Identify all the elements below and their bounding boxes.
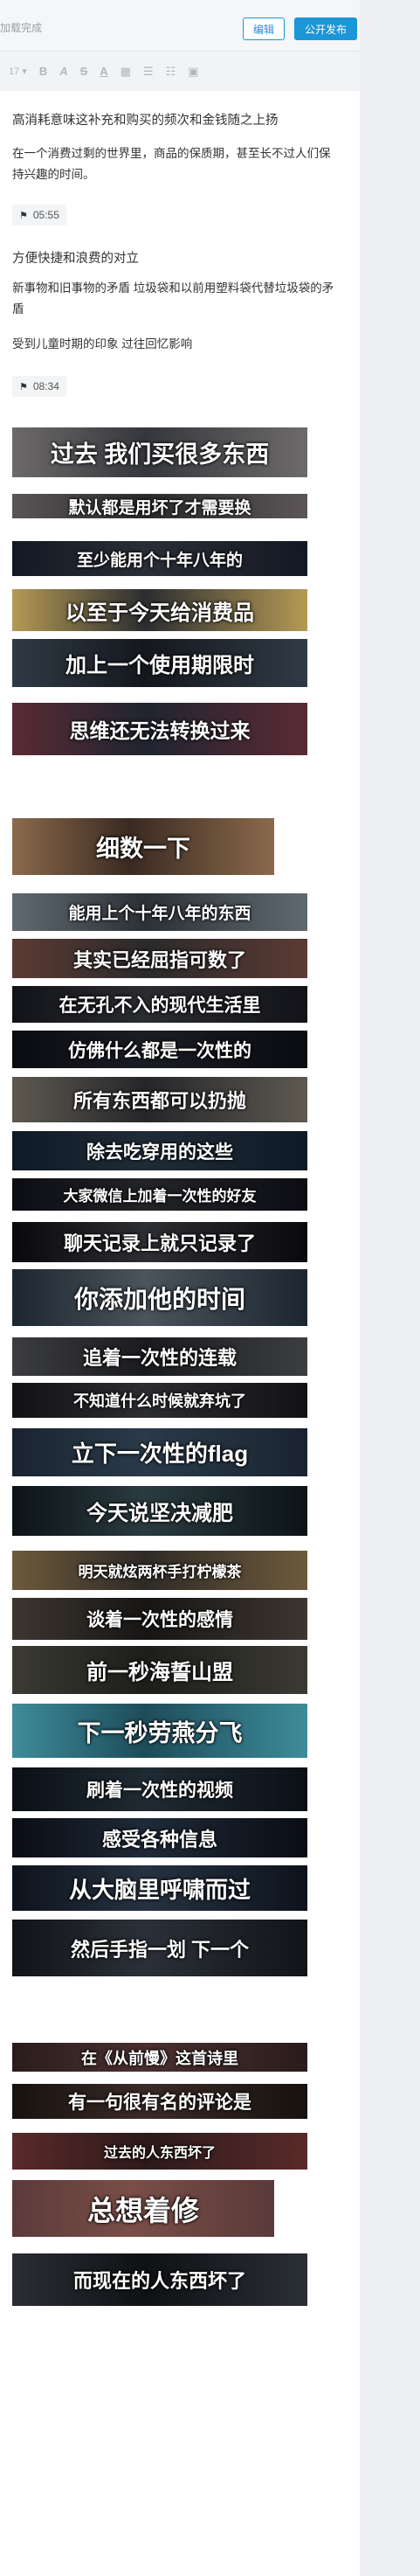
video-frame-caption: 追着一次性的连载 bbox=[12, 1337, 307, 1376]
caption-text: 总想着修 bbox=[86, 2194, 199, 2226]
text-color-button[interactable]: A bbox=[100, 65, 107, 78]
caption-text: 不知道什么时候就弃坑了 bbox=[73, 1392, 246, 1410]
paragraph: 方便快捷和浪费的对立 bbox=[12, 252, 139, 266]
caption-text: 有一句很有名的评论是 bbox=[68, 2093, 251, 2113]
video-frame-caption: 在无孔不入的现代生活里 bbox=[12, 986, 307, 1023]
right-gutter bbox=[360, 0, 420, 2576]
caption-text: 你添加他的时间 bbox=[73, 1285, 245, 1313]
paragraph: 新事物和旧事物的矛盾 垃圾袋和以前用塑料袋代替垃圾袋的矛盾 bbox=[12, 281, 334, 316]
video-frame-caption: 能用上个十年八年的东西 bbox=[12, 893, 307, 931]
caption-text: 谈着一次性的感情 bbox=[86, 1610, 233, 1630]
video-frame-caption: 不知道什么时候就弃坑了 bbox=[12, 1383, 307, 1418]
video-frame-caption: 以至于今天给消费品 bbox=[12, 589, 307, 631]
video-frame-caption: 而现在的人东西坏了 bbox=[12, 2253, 307, 2306]
caption-text: 默认都是用坏了才需要换 bbox=[68, 498, 251, 517]
video-frame-caption: 立下一次性的flag bbox=[12, 1428, 307, 1476]
flag-icon: ⚑ bbox=[19, 381, 28, 392]
caption-text: 细数一下 bbox=[96, 836, 190, 862]
video-frame-caption: 聊天记录上就只记录了 bbox=[12, 1222, 307, 1262]
caption-text: 所有东西都可以扔抛 bbox=[72, 1090, 246, 1112]
editor-header: 加载完成 编辑 公开发布 bbox=[0, 0, 360, 51]
caption-text: 除去吃穿用的这些 bbox=[86, 1142, 233, 1163]
video-frame-caption: 在《从前慢》这首诗里 bbox=[12, 2043, 307, 2072]
paragraph: 在一个消费过剩的世界里，商品的保质期，甚至长不过人们保持兴趣的时间。 bbox=[12, 147, 331, 181]
timestamp-text: 05:55 bbox=[32, 209, 59, 221]
video-frame-caption: 加上一个使用期限时 bbox=[12, 639, 307, 687]
caption-text: 聊天记录上就只记录了 bbox=[63, 1232, 256, 1254]
caption-text: 感受各种信息 bbox=[101, 1828, 217, 1850]
ordered-list-icon[interactable]: ☰ bbox=[143, 65, 154, 79]
caption-text: 在无孔不入的现代生活里 bbox=[59, 996, 261, 1016]
format-toolbar: 17 ▾ B A S A ▦ ☰ ☷ ▣ bbox=[0, 51, 360, 91]
edit-button[interactable]: 编辑 bbox=[243, 17, 285, 40]
video-frame-caption: 从大脑里呼啸而过 bbox=[12, 1865, 307, 1911]
caption-text: 过去 我们买很多东西 bbox=[50, 441, 270, 468]
caption-text: 在《从前慢》这首诗里 bbox=[81, 2049, 238, 2067]
caption-text: 然后手指一划 下一个 bbox=[70, 1938, 250, 1961]
video-frame-caption: 思维还无法转换过来 bbox=[12, 703, 307, 755]
caption-text: 明天就炫两杯手打柠檬茶 bbox=[78, 1564, 242, 1580]
video-frame-caption: 感受各种信息 bbox=[12, 1818, 307, 1857]
italic-button[interactable]: A bbox=[59, 65, 67, 78]
video-frame-caption: 默认都是用坏了才需要换 bbox=[12, 494, 307, 518]
video-frame-caption: 有一句很有名的评论是 bbox=[12, 2084, 307, 2119]
paragraph: 高消耗意味这补充和购买的频次和金钱随之上扬 bbox=[12, 114, 279, 128]
caption-text: 过去的人东西坏了 bbox=[103, 2146, 216, 2161]
video-frame-caption: 前一秒海誓山盟 bbox=[12, 1646, 307, 1694]
video-frame-caption: 下一秒劳燕分飞 bbox=[12, 1704, 307, 1758]
video-frame-caption: 大家微信上加着一次性的好友 bbox=[12, 1178, 307, 1211]
timestamp-text: 08:34 bbox=[32, 380, 59, 392]
format-icon[interactable]: ▦ bbox=[120, 65, 131, 79]
bullet-list-icon[interactable]: ☷ bbox=[166, 65, 176, 79]
caption-text: 其实已经屈指可数了 bbox=[72, 948, 246, 971]
caption-text: 至少能用个十年八年的 bbox=[76, 551, 243, 570]
video-frame-caption: 刷着一次性的视频 bbox=[12, 1767, 307, 1811]
bold-button[interactable]: B bbox=[39, 65, 47, 78]
caption-text: 以至于今天给消费品 bbox=[65, 601, 254, 625]
video-frame-caption: 今天说坚决减肥 bbox=[12, 1486, 307, 1536]
caption-text: 能用上个十年八年的东西 bbox=[68, 905, 251, 923]
caption-text: 刷着一次性的视频 bbox=[86, 1781, 233, 1801]
timestamp-chip[interactable]: ⚑ 08:34 bbox=[12, 376, 66, 397]
flag-icon: ⚑ bbox=[19, 210, 28, 221]
note-body[interactable]: 高消耗意味这补充和购买的频次和金钱随之上扬 在一个消费过剩的世界里，商品的保质期… bbox=[0, 91, 360, 2576]
image-icon[interactable]: ▣ bbox=[188, 65, 198, 79]
caption-text: 前一秒海誓山盟 bbox=[86, 1661, 233, 1684]
video-frame-caption: 所有东西都可以扔抛 bbox=[12, 1077, 307, 1122]
video-frame-caption: 过去的人东西坏了 bbox=[12, 2133, 307, 2170]
paragraph: 受到儿童时期的印象 过往回忆影响 bbox=[12, 337, 193, 351]
video-frame-caption: 除去吃穿用的这些 bbox=[12, 1131, 307, 1170]
caption-text: 追着一次性的连载 bbox=[82, 1347, 237, 1369]
caption-text: 立下一次性的flag bbox=[71, 1441, 249, 1467]
video-frame-caption: 明天就炫两杯手打柠檬茶 bbox=[12, 1551, 307, 1590]
caption-text: 今天说坚决减肥 bbox=[86, 1502, 233, 1525]
caption-text: 而现在的人东西坏了 bbox=[72, 2270, 246, 2292]
caption-text: 仿佛什么都是一次性的 bbox=[68, 1040, 251, 1061]
caption-text: 大家微信上加着一次性的好友 bbox=[63, 1188, 257, 1205]
caption-text: 从大脑里呼啸而过 bbox=[68, 1876, 251, 1903]
video-frame-caption: 总想着修 bbox=[12, 2180, 274, 2237]
caption-text: 加上一个使用期限时 bbox=[65, 654, 254, 677]
load-status: 加载完成 bbox=[0, 22, 43, 34]
video-frame-caption: 然后手指一划 下一个 bbox=[12, 1920, 307, 1976]
video-frame-caption: 你添加他的时间 bbox=[12, 1269, 307, 1326]
caption-text: 下一秒劳燕分飞 bbox=[77, 1719, 243, 1746]
video-frame-caption: 细数一下 bbox=[12, 818, 274, 875]
timestamp-chip[interactable]: ⚑ 05:55 bbox=[12, 205, 66, 226]
video-frame-caption: 仿佛什么都是一次性的 bbox=[12, 1031, 307, 1068]
publish-button[interactable]: 公开发布 bbox=[294, 17, 357, 40]
font-size-select[interactable]: 17 ▾ bbox=[9, 66, 27, 77]
strikethrough-button[interactable]: S bbox=[80, 65, 88, 78]
video-frame-caption: 至少能用个十年八年的 bbox=[12, 541, 307, 576]
video-frame-caption: 谈着一次性的感情 bbox=[12, 1598, 307, 1640]
video-frame-caption: 其实已经屈指可数了 bbox=[12, 939, 307, 978]
caption-text: 思维还无法转换过来 bbox=[69, 719, 251, 742]
video-frame-caption: 过去 我们买很多东西 bbox=[12, 427, 307, 477]
